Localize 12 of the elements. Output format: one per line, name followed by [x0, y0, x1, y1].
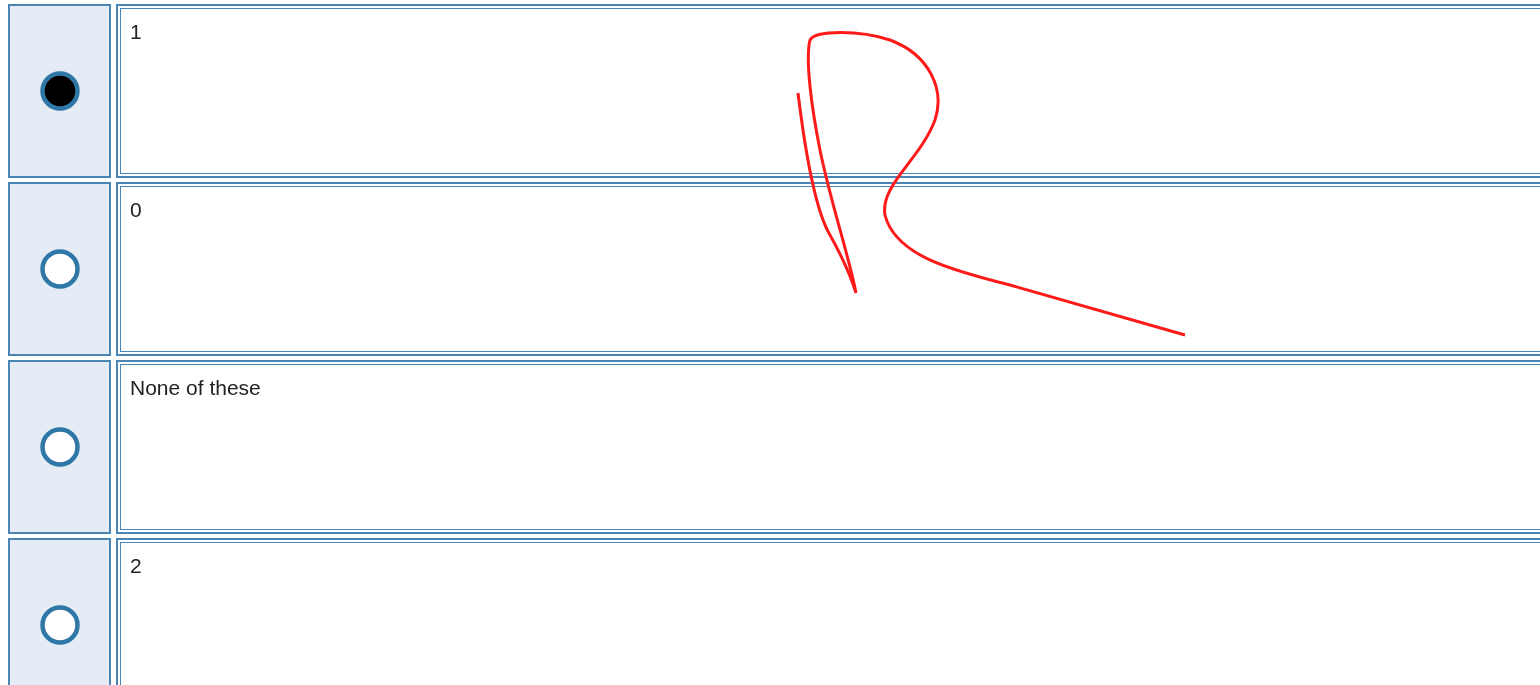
- radio-button[interactable]: [38, 604, 81, 646]
- answer-text: None of these: [130, 376, 261, 399]
- answer-cell[interactable]: None of these: [116, 360, 1540, 534]
- radio-button[interactable]: [38, 70, 81, 112]
- radio-button[interactable]: [38, 426, 81, 468]
- radio-button[interactable]: [38, 248, 81, 290]
- answer-text: 1: [130, 20, 142, 43]
- answer-text: 2: [130, 554, 142, 577]
- answer-cell[interactable]: 1: [116, 4, 1540, 178]
- answer-cell[interactable]: 2: [116, 538, 1540, 685]
- answer-cell[interactable]: 0: [116, 182, 1540, 356]
- answer-text: 0: [130, 198, 142, 221]
